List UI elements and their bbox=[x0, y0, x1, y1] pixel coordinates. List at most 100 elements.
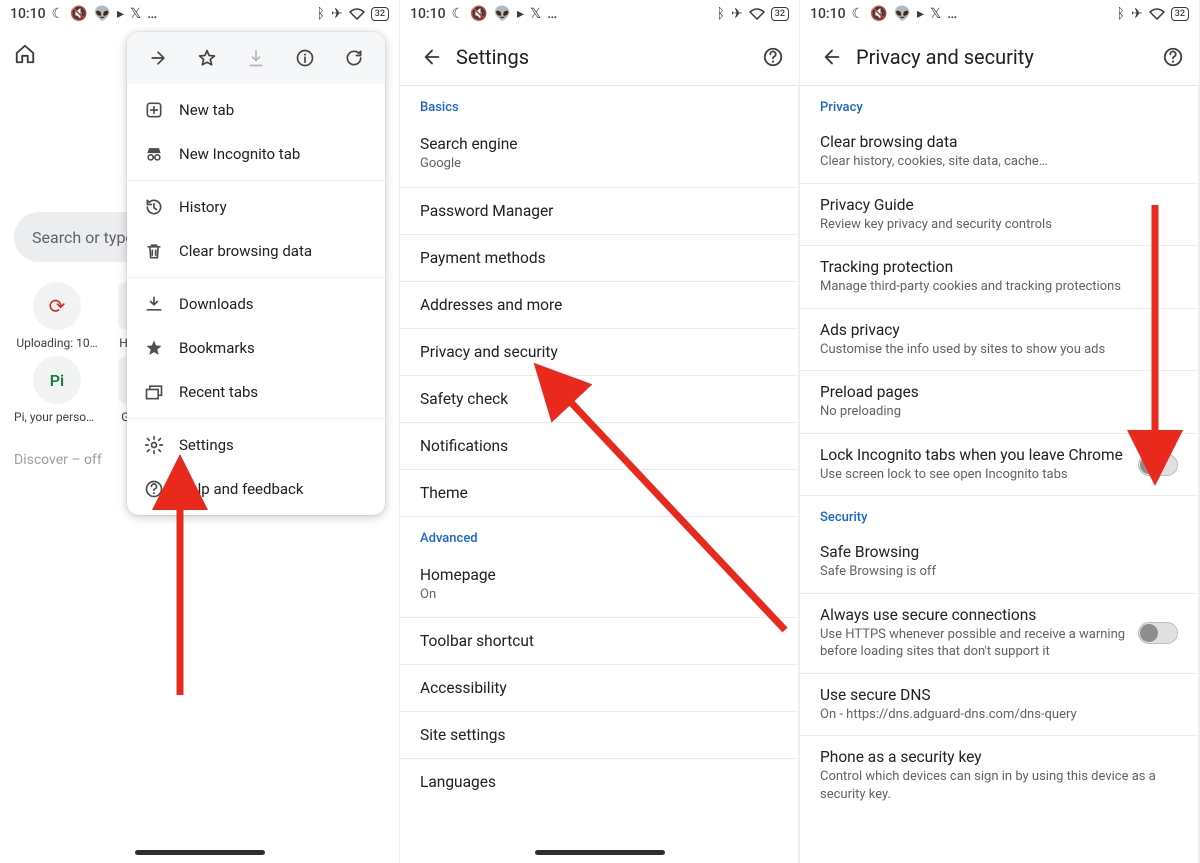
reddit-icon: 👽 bbox=[494, 7, 511, 21]
back-button[interactable] bbox=[412, 46, 452, 68]
row-site-settings[interactable]: Site settings bbox=[400, 712, 798, 759]
row-payment-methods[interactable]: Payment methods bbox=[400, 235, 798, 282]
row-clear-browsing-data[interactable]: Clear browsing data Clear history, cooki… bbox=[800, 121, 1198, 184]
wifi-icon bbox=[1149, 8, 1165, 20]
more-icon: … bbox=[547, 7, 558, 21]
overflow-menu: New tab New Incognito tab History Clear … bbox=[127, 32, 385, 515]
back-button[interactable] bbox=[812, 46, 852, 68]
row-lock-incognito[interactable]: Lock Incognito tabs when you leave Chrom… bbox=[800, 434, 1198, 497]
airplane-icon: ✈ bbox=[1131, 7, 1143, 21]
row-ads-privacy[interactable]: Ads privacy Customise the info used by s… bbox=[800, 309, 1198, 372]
section-privacy: Privacy bbox=[800, 86, 1198, 121]
battery-icon: 32 bbox=[771, 7, 789, 21]
section-basics: Basics bbox=[400, 86, 798, 121]
page-title: Settings bbox=[452, 45, 753, 69]
row-password-manager[interactable]: Password Manager bbox=[400, 188, 798, 235]
wifi-icon bbox=[349, 8, 365, 20]
menu-separator bbox=[127, 180, 385, 181]
x-icon: 𝕏 bbox=[130, 7, 141, 21]
home-icon[interactable] bbox=[14, 43, 36, 65]
row-phone-security-key[interactable]: Phone as a security key Control which de… bbox=[800, 736, 1198, 815]
menu-separator bbox=[127, 277, 385, 278]
star-fill-icon bbox=[143, 338, 165, 358]
star-icon[interactable] bbox=[197, 48, 217, 68]
history-icon bbox=[143, 197, 165, 217]
moon-icon: ☾ bbox=[452, 7, 465, 21]
menu-settings[interactable]: Settings bbox=[127, 423, 385, 467]
appbar: Settings bbox=[400, 28, 799, 86]
info-icon[interactable] bbox=[295, 48, 315, 68]
menu-clear-data[interactable]: Clear browsing data bbox=[127, 229, 385, 273]
menu-bookmarks[interactable]: Bookmarks bbox=[127, 326, 385, 370]
row-languages[interactable]: Languages bbox=[400, 759, 798, 805]
menu-separator bbox=[127, 418, 385, 419]
mute-icon: 🔇 bbox=[870, 7, 887, 21]
row-addresses[interactable]: Addresses and more bbox=[400, 282, 798, 329]
row-privacy-security[interactable]: Privacy and security bbox=[400, 329, 798, 376]
menu-incognito[interactable]: New Incognito tab bbox=[127, 132, 385, 176]
status-bar: 10:10 ☾ 🔇 👽 ▸ 𝕏 … ᛒ ✈ 32 bbox=[400, 0, 799, 28]
menu-recent-tabs[interactable]: Recent tabs bbox=[127, 370, 385, 414]
row-secure-dns[interactable]: Use secure DNS On - https://dns.adguard-… bbox=[800, 674, 1198, 737]
airplane-icon: ✈ bbox=[731, 7, 743, 21]
row-homepage[interactable]: Homepage On bbox=[400, 552, 798, 619]
panel-privacy-security: 10:10 ☾ 🔇 👽 ▸ 𝕏 … ᛒ ✈ 32 Privacy and sec… bbox=[800, 0, 1200, 863]
forward-icon[interactable] bbox=[148, 48, 168, 68]
row-tracking-protection[interactable]: Tracking protection Manage third-party c… bbox=[800, 246, 1198, 309]
row-accessibility[interactable]: Accessibility bbox=[400, 665, 798, 712]
download-icon[interactable] bbox=[246, 48, 266, 68]
row-privacy-guide[interactable]: Privacy Guide Review key privacy and sec… bbox=[800, 184, 1198, 247]
row-always-https[interactable]: Always use secure connections Use HTTPS … bbox=[800, 594, 1198, 674]
moon-icon: ☾ bbox=[52, 7, 65, 21]
appbar: Privacy and security bbox=[800, 28, 1199, 86]
status-time: 10:10 bbox=[10, 6, 46, 22]
menu-help[interactable]: Help and feedback bbox=[127, 467, 385, 511]
bluetooth-icon: ᛒ bbox=[317, 7, 325, 21]
play-icon: ▸ bbox=[117, 7, 124, 21]
play-icon: ▸ bbox=[517, 7, 524, 21]
x-icon: 𝕏 bbox=[930, 7, 941, 21]
row-safety-check[interactable]: Safety check bbox=[400, 376, 798, 423]
moon-icon: ☾ bbox=[852, 7, 865, 21]
page-title: Privacy and security bbox=[852, 45, 1153, 69]
row-preload-pages[interactable]: Preload pages No preloading bbox=[800, 371, 1198, 434]
battery-icon: 32 bbox=[1171, 7, 1189, 21]
shortcut-tile[interactable]: Pi Pi, your person… bbox=[14, 356, 100, 424]
help-icon[interactable] bbox=[1153, 46, 1193, 68]
gear-icon bbox=[143, 435, 165, 455]
airplane-icon: ✈ bbox=[331, 7, 343, 21]
panel-settings: 10:10 ☾ 🔇 👽 ▸ 𝕏 … ᛒ ✈ 32 Settings Basics… bbox=[400, 0, 800, 863]
status-bar: 10:10 ☾ 🔇 👽 ▸ 𝕏 … ᛒ ✈ 32 bbox=[800, 0, 1199, 28]
toggle-always-https[interactable] bbox=[1138, 622, 1178, 644]
menu-downloads[interactable]: Downloads bbox=[127, 282, 385, 326]
help-icon[interactable] bbox=[753, 46, 793, 68]
incognito-icon bbox=[143, 144, 165, 164]
menu-new-tab[interactable]: New tab bbox=[127, 88, 385, 132]
toggle-lock-incognito[interactable] bbox=[1138, 454, 1178, 476]
section-security: Security bbox=[800, 496, 1198, 531]
nav-pill bbox=[135, 850, 265, 855]
row-safe-browsing[interactable]: Safe Browsing Safe Browsing is off bbox=[800, 531, 1198, 594]
reddit-icon: 👽 bbox=[894, 7, 911, 21]
bluetooth-icon: ᛒ bbox=[1117, 7, 1125, 21]
panel-chrome-menu: 10:10 ☾ 🔇 👽 ▸ 𝕏 … ᛒ ✈ 32 Search or type … bbox=[0, 0, 400, 863]
more-icon: … bbox=[947, 7, 958, 21]
plus-box-icon bbox=[143, 100, 165, 120]
refresh-icon[interactable] bbox=[344, 48, 364, 68]
row-notifications[interactable]: Notifications bbox=[400, 423, 798, 470]
shortcut-tile[interactable]: ⟳ Uploading: 10… bbox=[14, 282, 100, 350]
row-theme[interactable]: Theme bbox=[400, 470, 798, 517]
row-search-engine[interactable]: Search engine Google bbox=[400, 121, 798, 188]
battery-icon: 32 bbox=[371, 7, 389, 21]
menu-history[interactable]: History bbox=[127, 185, 385, 229]
more-icon: … bbox=[147, 7, 158, 21]
tabs-icon bbox=[143, 382, 165, 402]
wifi-icon bbox=[749, 8, 765, 20]
reddit-icon: 👽 bbox=[94, 7, 111, 21]
mute-icon: 🔇 bbox=[470, 7, 487, 21]
mute-icon: 🔇 bbox=[70, 7, 87, 21]
nav-pill bbox=[535, 850, 665, 855]
row-toolbar-shortcut[interactable]: Toolbar shortcut bbox=[400, 618, 798, 665]
bluetooth-icon: ᛒ bbox=[717, 7, 725, 21]
download-tray-icon bbox=[143, 294, 165, 314]
